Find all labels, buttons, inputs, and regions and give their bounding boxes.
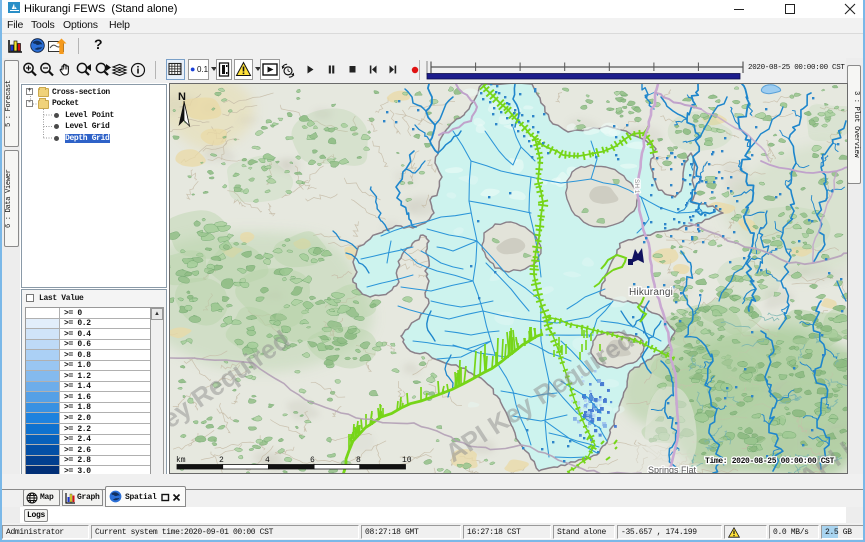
svg-text:Hikurangi: Hikurangi [629,287,673,298]
svg-text:8: 8 [356,456,361,465]
svg-text:SH 1: SH 1 [633,179,640,194]
svg-text:2: 2 [219,456,224,465]
svg-text:Springs Flat: Springs Flat [648,465,697,474]
svg-text:N: N [178,91,186,103]
svg-text:Time: 2020-08-25 00:00:00 CST: Time: 2020-08-25 00:00:00 CST [705,457,835,466]
svg-text:10: 10 [402,456,412,465]
svg-text:4: 4 [265,456,270,465]
svg-text:6: 6 [310,456,315,465]
svg-text:km: km [176,456,186,465]
